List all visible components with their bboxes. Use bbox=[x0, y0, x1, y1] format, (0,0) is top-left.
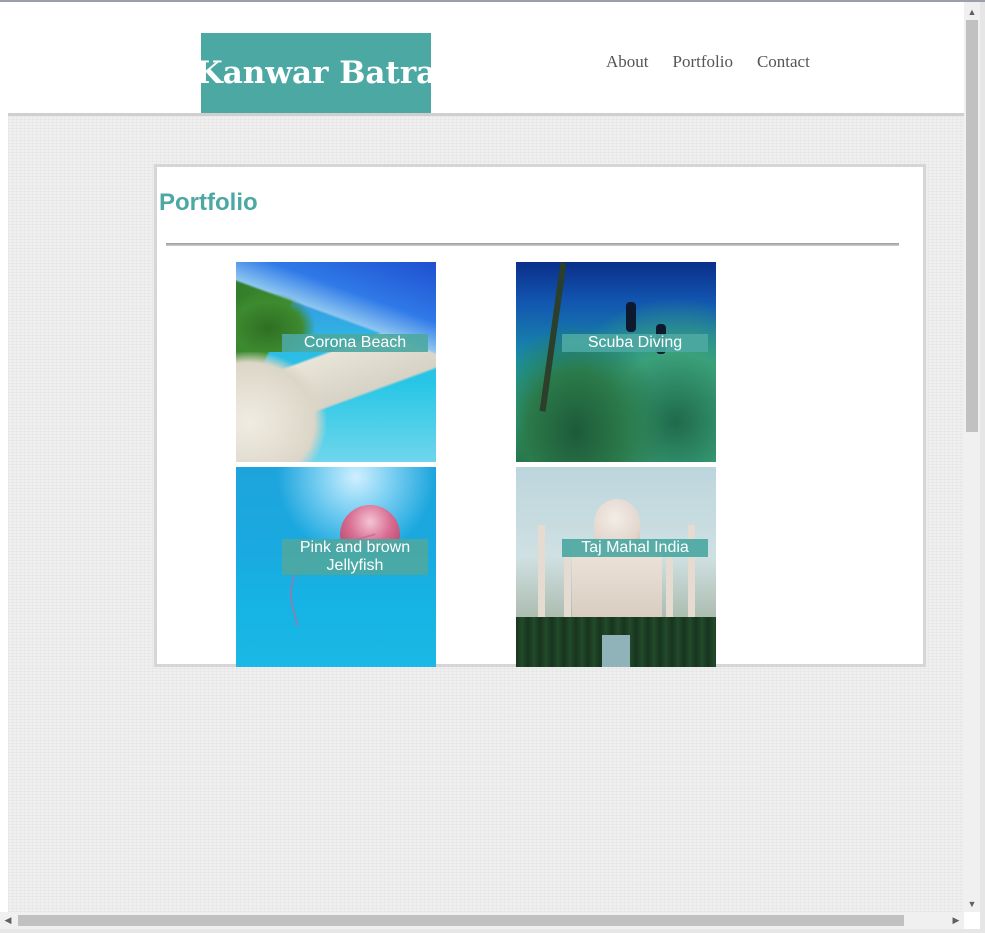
site-logo[interactable]: Kanwar Batra bbox=[196, 33, 436, 113]
portfolio-item-scuba-diving[interactable]: Scuba Diving bbox=[516, 262, 716, 462]
beach-sand-shape bbox=[236, 352, 326, 462]
portfolio-card: Portfolio Corona Beach Scuba Diving Pink… bbox=[154, 164, 926, 667]
page-title: Portfolio bbox=[159, 189, 258, 216]
scroll-left-icon[interactable]: ◀ bbox=[0, 912, 16, 929]
window-left-border bbox=[0, 2, 8, 916]
portfolio-item-taj-mahal[interactable]: Taj Mahal India bbox=[516, 467, 716, 667]
scroll-down-icon[interactable]: ▼ bbox=[964, 896, 980, 912]
portfolio-item-jellyfish[interactable]: Pink and brown Jellyfish bbox=[236, 467, 436, 667]
nav-about-link[interactable]: About bbox=[606, 52, 649, 72]
portfolio-caption: Taj Mahal India bbox=[562, 539, 708, 557]
reflecting-pool-shape bbox=[602, 635, 630, 667]
portfolio-item-corona-beach[interactable]: Corona Beach bbox=[236, 262, 436, 462]
main-nav: About Portfolio Contact bbox=[606, 52, 810, 72]
window-right-edge bbox=[980, 2, 985, 933]
nav-contact-link[interactable]: Contact bbox=[757, 52, 810, 72]
diver-shape bbox=[626, 302, 636, 332]
vertical-scroll-thumb[interactable] bbox=[966, 20, 978, 432]
window-bottom-edge bbox=[0, 929, 985, 933]
vertical-scrollbar[interactable]: ▲ ▼ bbox=[964, 2, 980, 912]
horizontal-scroll-thumb[interactable] bbox=[18, 915, 904, 926]
scroll-up-icon[interactable]: ▲ bbox=[964, 4, 980, 20]
portfolio-caption: Pink and brown Jellyfish bbox=[282, 539, 428, 575]
nav-portfolio-link[interactable]: Portfolio bbox=[673, 52, 733, 72]
site-header: Kanwar Batra About Portfolio Contact bbox=[8, 2, 964, 116]
horizontal-scrollbar[interactable]: ◀ ▶ bbox=[0, 912, 964, 929]
page-viewport: Kanwar Batra About Portfolio Contact Por… bbox=[8, 2, 964, 912]
portfolio-caption: Corona Beach bbox=[282, 334, 428, 352]
portfolio-caption: Scuba Diving bbox=[562, 334, 708, 352]
title-divider bbox=[166, 243, 899, 246]
scroll-right-icon[interactable]: ▶ bbox=[948, 912, 964, 929]
